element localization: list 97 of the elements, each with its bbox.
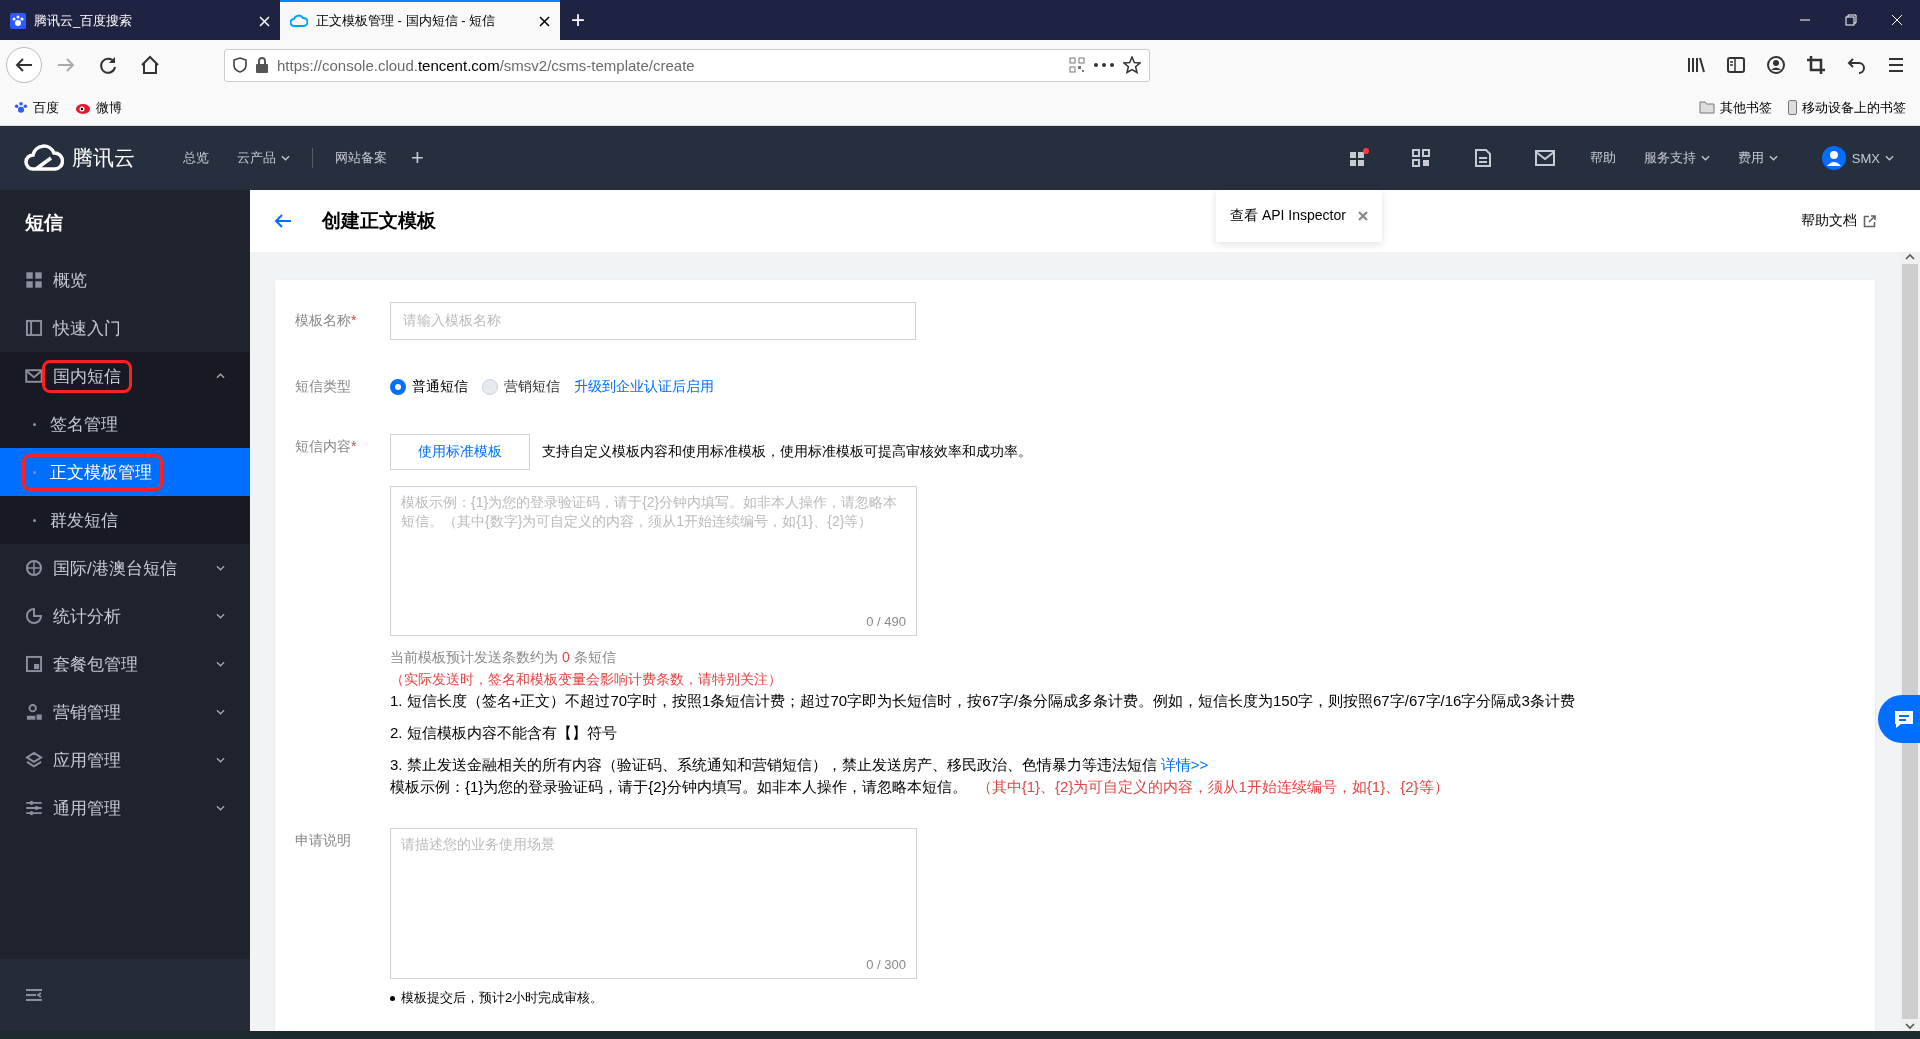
- cloud-icon: [290, 14, 308, 28]
- nav-menu-item[interactable]: 云产品: [223, 149, 304, 167]
- qr-code-icon[interactable]: [1410, 148, 1431, 168]
- sidebar-item[interactable]: 国内短信: [0, 352, 250, 400]
- paw-icon: [10, 13, 26, 29]
- sidebar-item[interactable]: 快速入门: [0, 304, 250, 352]
- rule-text: 2. 短信模板内容不能含有【】符号: [390, 723, 618, 743]
- upgrade-link[interactable]: 升级到企业认证后启用: [574, 378, 714, 396]
- sidebar-title: 短信: [24, 211, 64, 235]
- book-icon: [25, 319, 43, 337]
- layers-icon: [25, 751, 43, 769]
- phone-icon: [1788, 100, 1797, 115]
- document-icon[interactable]: [1473, 148, 1492, 168]
- folder-icon: [1699, 101, 1715, 114]
- package-icon: [25, 655, 43, 673]
- page-title: 创建正文模板: [322, 209, 436, 233]
- grid-icon: [25, 271, 43, 289]
- bookmark-folder[interactable]: 移动设备上的书签: [1802, 98, 1906, 117]
- apps-icon[interactable]: [1347, 148, 1370, 168]
- sidebar-item[interactable]: 国际/港澳台短信: [0, 544, 250, 592]
- close-icon[interactable]: [539, 15, 550, 27]
- estimate-text: 当前模板预计发送条数约为 0 条短信: [390, 648, 617, 667]
- sidebar-subitem[interactable]: 签名管理: [0, 400, 250, 448]
- person-icon: [25, 703, 43, 721]
- field-label: 模板名称*: [295, 312, 358, 330]
- sidebar-subitem[interactable]: 正文模板管理: [0, 448, 250, 496]
- avatar-icon[interactable]: [1821, 146, 1846, 170]
- estimate-note: （实际发送时，签名和模板变量会影响计费条数，请特别关注）: [390, 670, 783, 689]
- field-label: 短信类型: [295, 378, 352, 396]
- nav-menu-item[interactable]: 费用: [1723, 149, 1792, 167]
- chevron-icon: [216, 613, 225, 619]
- chat-icon: [1893, 709, 1915, 729]
- qr-code-icon[interactable]: [1069, 57, 1085, 73]
- chevron-up-icon[interactable]: [1904, 252, 1916, 262]
- chevron-icon: [216, 661, 225, 667]
- standard-template-button[interactable]: 使用标准模板: [390, 434, 530, 470]
- bookmark-link[interactable]: 百度: [33, 98, 59, 117]
- sidebar-item[interactable]: 营销管理: [0, 688, 250, 736]
- sidebar-item[interactable]: 通用管理: [0, 784, 250, 832]
- chevron-icon: [216, 373, 225, 379]
- pie-chart-icon: [25, 607, 43, 625]
- add-button[interactable]: +: [401, 145, 434, 171]
- tooltip-text: 查看 API Inspector: [1230, 207, 1346, 225]
- sliders-icon: [25, 799, 43, 817]
- hint-text: 支持自定义模板内容和使用标准模板，使用标准模板可提高审核效率和成功率。: [542, 443, 1032, 461]
- chevron-icon: [1885, 155, 1894, 161]
- field-label: 短信内容*: [295, 437, 358, 456]
- chevron-icon: [216, 565, 225, 571]
- bookmark-folder[interactable]: 其他书签: [1720, 98, 1772, 117]
- paw-icon: [14, 100, 28, 115]
- nav-menu-item[interactable]: 服务支持: [1629, 149, 1724, 167]
- nav-menu-item[interactable]: 网站备案: [321, 149, 401, 167]
- character-counter: 0 / 490: [866, 613, 906, 631]
- cloud-icon: [24, 144, 64, 172]
- vertical-scrollbar[interactable]: [1900, 252, 1920, 1031]
- review-note: 模板提交后，预计2小时完成审核。: [401, 989, 604, 1007]
- sidebar-item[interactable]: 套餐包管理: [0, 640, 250, 688]
- nav-menu-item[interactable]: 帮助: [1575, 149, 1630, 167]
- back-arrow-icon[interactable]: [274, 213, 292, 229]
- details-link[interactable]: 详情>>: [1160, 756, 1209, 773]
- rule-text: 1. 短信长度（签名+正文）不超过70字时，按照1条短信计费；超过70字即为长短信时，按67字/条分隔成多条计费。例如，短信长度为150字，则按照67字/67字/16字分隔成3条计费: [390, 691, 1576, 711]
- star-icon[interactable]: [1123, 56, 1141, 74]
- chevron-icon: [216, 805, 225, 811]
- description-field[interactable]: 请描述您的业务使用场景 0 / 300: [390, 828, 917, 979]
- chat-button[interactable]: [1878, 695, 1920, 743]
- chevron-icon: [216, 757, 225, 763]
- user-menu[interactable]: SMX: [1851, 150, 1894, 166]
- address-bar[interactable]: https://console.cloud.tencent.com/smsv2/csms-template/create: [224, 48, 1150, 82]
- help-docs-link[interactable]: 帮助文档: [1801, 212, 1876, 230]
- browser-tab[interactable]: 正文模板管理 - 国内短信 - 短信: [280, 0, 560, 40]
- shield-icon: [233, 57, 247, 73]
- template-content-field[interactable]: 模板示例：{1}为您的登录验证码，请于{2}分钟内填写。如非本人操作，请忽略本短信。（其中{数字}为可自定义的内容，须从1开始连续编号，如{1}、{2}等） 0 / 490: [390, 486, 917, 636]
- chevron-icon: [216, 709, 225, 715]
- radio-option[interactable]: 普通短信: [390, 378, 468, 396]
- nav-menu-item[interactable]: 总览: [169, 149, 223, 167]
- sidebar-item[interactable]: 统计分析: [0, 592, 250, 640]
- field-label: 申请说明: [295, 831, 352, 850]
- mail-icon[interactable]: [1534, 150, 1555, 166]
- chevron-down-icon[interactable]: [1904, 1021, 1916, 1031]
- mail-icon: [25, 367, 43, 385]
- sidebar-subitem[interactable]: 群发短信: [0, 496, 250, 544]
- back-icon[interactable]: [15, 57, 33, 73]
- api-inspector-tooltip[interactable]: 查看 API Inspector: [1216, 190, 1382, 242]
- new-tab-button[interactable]: +: [560, 0, 596, 40]
- logo-text[interactable]: 腾讯云: [72, 144, 135, 172]
- horizontal-scrollbar[interactable]: [0, 1031, 1920, 1039]
- rule-text: 3. 禁止发送金融相关的所有内容（验证码、系统通知和营销短信），禁止发送房产、移民政治、色情暴力等违法短信 详情>>: [390, 755, 1210, 775]
- character-counter: 0 / 300: [866, 956, 906, 974]
- bookmark-link[interactable]: 微博: [96, 98, 122, 117]
- more-icon[interactable]: [1093, 62, 1115, 68]
- globe-icon: [25, 559, 43, 577]
- example-text: 模板示例：{1}为您的登录验证码，请于{2}分钟内填写。如非本人操作，请忽略本短信。 （其中{1}、{2}为可自定义的内容，须从1开始连续编号，如{1}、{2}等）: [390, 777, 1450, 797]
- collapse-icon[interactable]: [25, 988, 43, 1002]
- sidebar-item[interactable]: 概览: [0, 256, 250, 304]
- lock-icon: [255, 57, 269, 73]
- sidebar-item[interactable]: 应用管理: [0, 736, 250, 784]
- external-link-icon: [1863, 214, 1876, 228]
